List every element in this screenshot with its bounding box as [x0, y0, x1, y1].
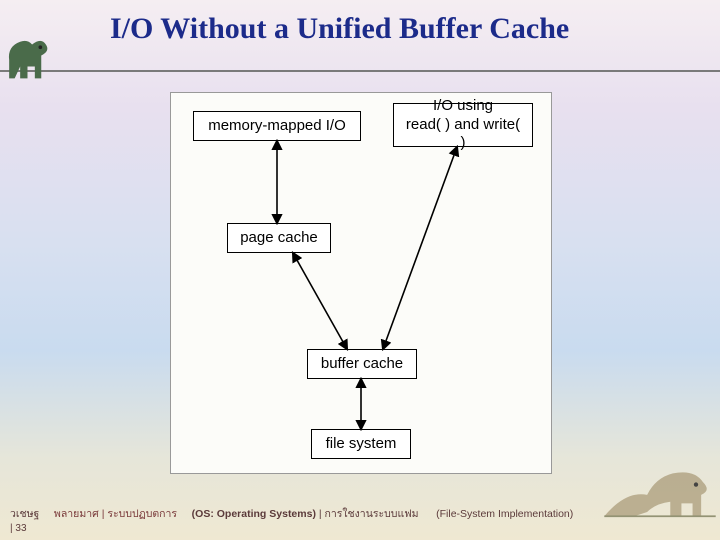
footer-chapter: (File-System Implementation) [436, 508, 573, 520]
slide-root: I/O Without a Unified Buffer Cache memor… [0, 0, 720, 540]
footer-page: | 33 [10, 523, 27, 534]
footer-topic: | การใชงานระบบแฟม [319, 508, 419, 520]
slide-title: I/O Without a Unified Buffer Cache [110, 12, 710, 46]
diagram-arrows [171, 93, 551, 473]
diagram-canvas: memory-mapped I/O I/O using read( ) and … [170, 92, 552, 474]
footer-course: (OS: Operating Systems) [192, 508, 316, 520]
dinosaur-icon [0, 28, 55, 83]
footer-subject: พลายมาศ | ระบบปฏบตการ [54, 508, 177, 520]
title-underline [0, 70, 720, 72]
footer-author: วเชษฐ [10, 508, 39, 520]
footer: วเชษฐ พลายมาศ | ระบบปฏบตการ (OS: Operati… [10, 505, 710, 534]
